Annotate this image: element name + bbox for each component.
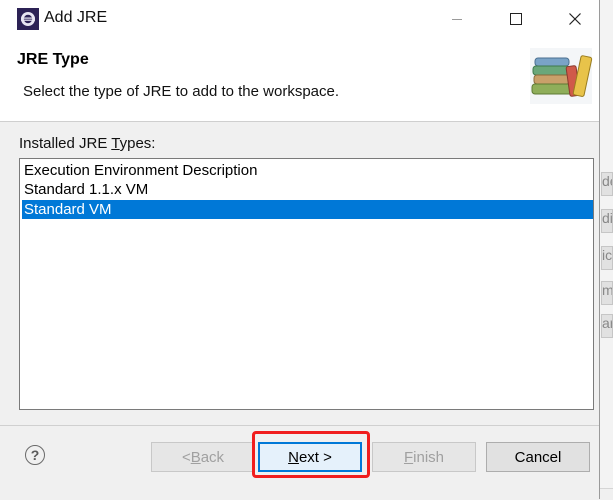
- wizard-banner: JRE Type Select the type of JRE to add t…: [0, 38, 599, 122]
- background-button: ic: [601, 246, 613, 270]
- page-description: Select the type of JRE to add to the wor…: [23, 83, 340, 100]
- books-icon: [530, 48, 593, 104]
- background-button: ar: [601, 314, 613, 338]
- title-bar: Add JRE: [0, 0, 599, 38]
- list-item[interactable]: Standard 1.1.x VM: [22, 180, 593, 199]
- back-button[interactable]: < Back: [151, 442, 255, 472]
- finish-button[interactable]: Finish: [372, 442, 476, 472]
- maximize-button[interactable]: [491, 0, 541, 38]
- background-button: m: [601, 281, 613, 305]
- maximize-icon: [510, 13, 522, 25]
- help-icon: ?: [30, 447, 40, 463]
- help-button[interactable]: ?: [25, 445, 45, 465]
- installed-jre-types-label: Installed JRE Types:: [19, 135, 156, 152]
- highlight-annotation: [252, 431, 370, 478]
- page-title: JRE Type: [17, 51, 89, 68]
- eclipse-icon: [17, 8, 39, 30]
- window-title: Add JRE: [44, 9, 108, 26]
- footer-divider: [0, 425, 599, 426]
- list-item-selected[interactable]: Standard VM: [22, 200, 593, 219]
- background-button: de: [601, 172, 613, 196]
- minimize-icon: [452, 18, 462, 20]
- background-button: di: [601, 209, 613, 233]
- minimize-button[interactable]: [432, 0, 482, 38]
- close-button[interactable]: [550, 0, 600, 38]
- cancel-button[interactable]: Cancel: [486, 442, 590, 472]
- jre-types-list[interactable]: Execution Environment Description Standa…: [19, 158, 594, 410]
- list-item[interactable]: Execution Environment Description: [22, 161, 593, 180]
- add-jre-dialog: Add JRE JRE Type Select the type of JRE …: [0, 0, 600, 499]
- close-icon: [569, 13, 581, 25]
